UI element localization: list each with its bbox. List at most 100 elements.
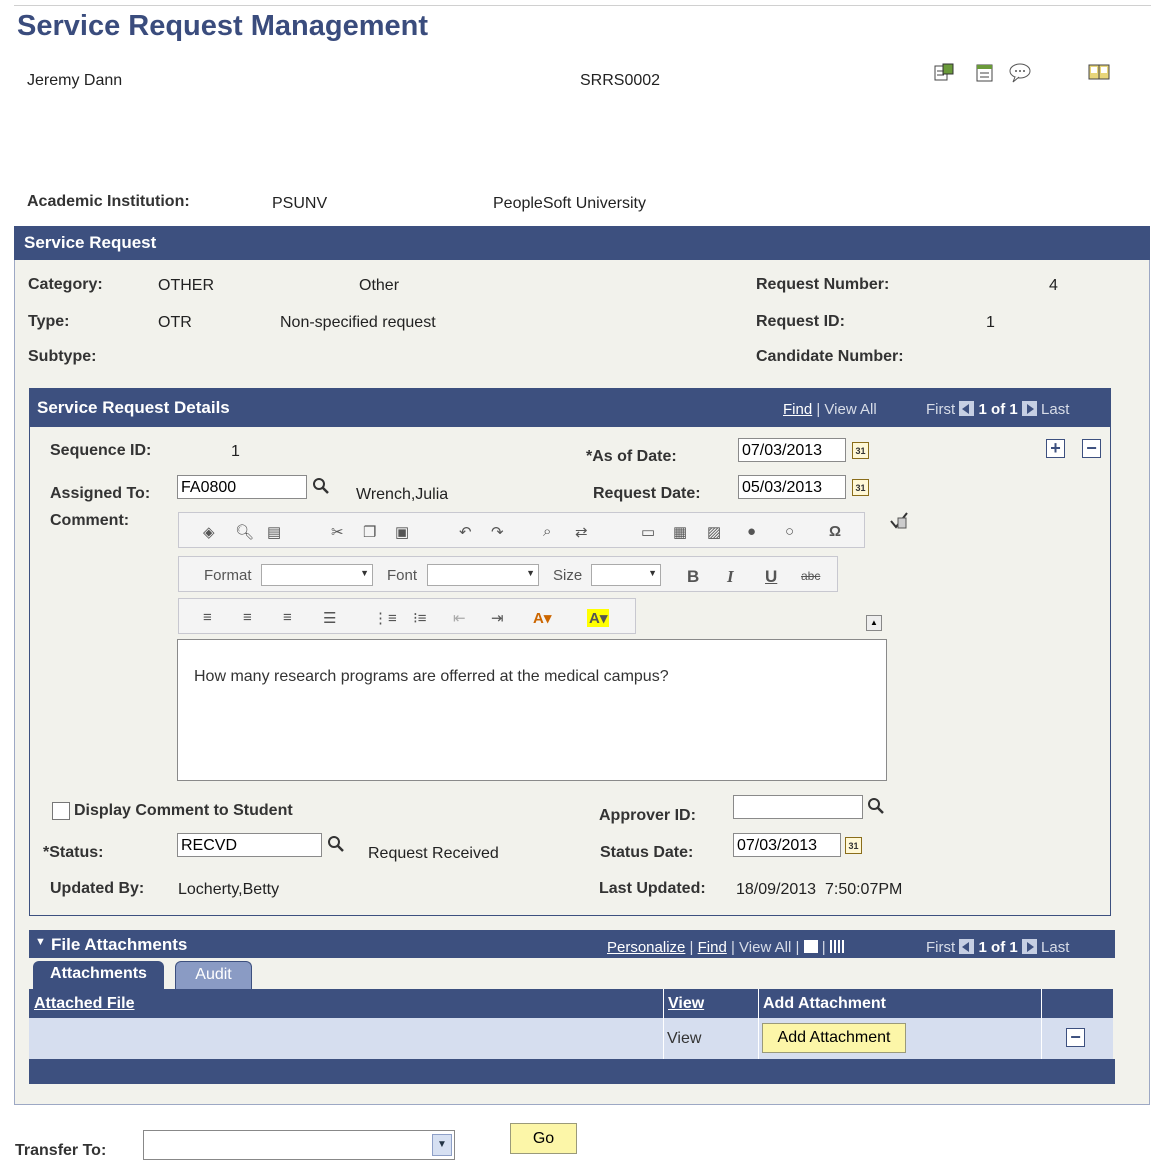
format-select[interactable]: [261, 564, 373, 586]
attachments-header: ▼ File Attachments Personalize | Find | …: [29, 930, 1115, 958]
type-code: OTR: [158, 314, 192, 331]
updated-by-label: Updated By:: [50, 880, 145, 897]
preview-icon[interactable]: 🔍︎: [235, 523, 254, 541]
view-all-link[interactable]: View All: [824, 401, 876, 418]
request-date-input[interactable]: 05/03/2013: [738, 475, 846, 499]
row-count: 1 of 1: [978, 939, 1018, 956]
view-all-link[interactable]: View All: [739, 939, 791, 956]
justify-icon[interactable]: ☰: [323, 609, 336, 627]
special-char-icon[interactable]: Ω: [829, 523, 841, 540]
search-icon[interactable]: [312, 477, 330, 495]
outdent-icon[interactable]: ⇤: [453, 609, 466, 627]
numbered-list-icon[interactable]: ⋮≡: [373, 609, 397, 627]
calendar-icon[interactable]: 31: [852, 479, 869, 496]
personalize-link[interactable]: Personalize: [607, 939, 685, 956]
search-icon[interactable]: [327, 835, 345, 853]
cut-icon[interactable]: ✂: [331, 523, 344, 541]
tab-audit[interactable]: Audit: [175, 961, 252, 989]
delete-row-button[interactable]: −: [1082, 439, 1101, 458]
indent-icon[interactable]: ⇥: [491, 609, 504, 627]
details-title: Service Request Details: [37, 398, 230, 417]
last-link[interactable]: Last: [1041, 939, 1069, 956]
sequence-label: Sequence ID:: [50, 442, 152, 459]
column-attached-file[interactable]: Attached File: [34, 995, 134, 1013]
underline-button[interactable]: U: [765, 567, 777, 587]
first-link[interactable]: First: [926, 401, 955, 418]
display-comment-label: Display Comment to Student: [74, 802, 293, 819]
font-label: Font: [387, 567, 418, 584]
attachments-title[interactable]: File Attachments: [51, 935, 187, 955]
maximize-icon[interactable]: ◈: [203, 523, 215, 541]
top-divider: [14, 5, 1151, 6]
display-comment-checkbox[interactable]: [52, 802, 70, 820]
view-cell[interactable]: View: [667, 1030, 701, 1048]
background-color-icon[interactable]: A▾: [587, 609, 610, 627]
last-link[interactable]: Last: [1041, 401, 1069, 418]
add-row-button[interactable]: +: [1046, 439, 1065, 458]
horizontal-rule-icon[interactable]: ▭: [641, 523, 655, 541]
strikethrough-button[interactable]: abc: [801, 569, 820, 583]
find-icon[interactable]: ⌕: [543, 523, 551, 540]
approver-input[interactable]: [733, 795, 863, 819]
search-icon[interactable]: [867, 797, 885, 815]
align-right-icon[interactable]: ≡: [283, 609, 292, 626]
delete-row-button[interactable]: −: [1066, 1028, 1085, 1047]
notify-icon[interactable]: [934, 63, 954, 83]
comment-icon[interactable]: [1008, 62, 1032, 84]
candidate-number-label: Candidate Number:: [756, 348, 904, 365]
replace-icon[interactable]: ⇄: [575, 523, 588, 541]
request-id-label: Request ID:: [756, 313, 845, 330]
print-icon[interactable]: ▤: [267, 523, 281, 541]
status-date-input[interactable]: 07/03/2013: [733, 833, 841, 857]
tab-attachments[interactable]: Attachments: [33, 961, 164, 989]
size-select[interactable]: [591, 564, 661, 586]
size-label: Size: [553, 567, 583, 584]
transfer-to-select[interactable]: ▼: [143, 1130, 455, 1160]
find-link[interactable]: Find: [698, 939, 727, 956]
chevron-down-icon[interactable]: ▼: [432, 1134, 452, 1156]
bold-button[interactable]: B: [687, 567, 699, 587]
previous-icon[interactable]: [959, 939, 975, 954]
status-input[interactable]: RECVD: [177, 833, 322, 857]
notepad-icon[interactable]: [975, 63, 995, 83]
as-of-date-label: *As of Date:: [586, 448, 677, 465]
table-icon[interactable]: ▦: [673, 523, 687, 541]
redo-icon[interactable]: ↷: [491, 523, 504, 541]
undo-icon[interactable]: ↶: [459, 523, 472, 541]
book-icon[interactable]: [1088, 63, 1110, 81]
calendar-icon[interactable]: 31: [852, 442, 869, 459]
download-icon[interactable]: [829, 940, 844, 953]
paste-icon[interactable]: ▣: [395, 523, 409, 541]
collapse-icon[interactable]: ▼: [35, 936, 46, 948]
calendar-icon[interactable]: 31: [845, 837, 862, 854]
link-icon[interactable]: ●: [747, 523, 756, 540]
zoom-icon[interactable]: [803, 940, 818, 953]
subtype-label: Subtype:: [28, 348, 97, 365]
image-icon[interactable]: ▨: [707, 523, 721, 541]
text-color-icon[interactable]: A▾: [533, 609, 551, 627]
bullet-list-icon[interactable]: ⁝≡: [413, 609, 427, 627]
collapse-toolbar-icon[interactable]: ▲: [866, 615, 882, 631]
add-attachment-button[interactable]: Add Attachment: [762, 1023, 906, 1053]
copy-icon[interactable]: ❐: [363, 523, 376, 541]
italic-button[interactable]: I: [727, 567, 734, 587]
previous-icon[interactable]: [959, 401, 975, 416]
as-of-date-input[interactable]: 07/03/2013: [738, 438, 846, 462]
assigned-to-input[interactable]: FA0800: [177, 475, 307, 499]
align-center-icon[interactable]: ≡: [243, 609, 252, 626]
next-icon[interactable]: [1021, 401, 1037, 416]
align-left-icon[interactable]: ≡: [203, 609, 212, 626]
status-desc: Request Received: [368, 845, 499, 862]
format-label: Format: [204, 567, 252, 584]
go-button[interactable]: Go: [510, 1123, 577, 1154]
next-icon[interactable]: [1021, 939, 1037, 954]
column-view[interactable]: View: [668, 995, 704, 1013]
unlink-icon[interactable]: ○: [785, 523, 794, 540]
request-number-label: Request Number:: [756, 276, 890, 293]
font-select[interactable]: [427, 564, 539, 586]
service-request-title: Service Request: [24, 233, 157, 252]
spellcheck-icon[interactable]: [888, 510, 910, 532]
find-link[interactable]: Find: [783, 401, 812, 418]
comment-editor[interactable]: How many research programs are offerred …: [177, 639, 887, 781]
first-link[interactable]: First: [926, 939, 955, 956]
